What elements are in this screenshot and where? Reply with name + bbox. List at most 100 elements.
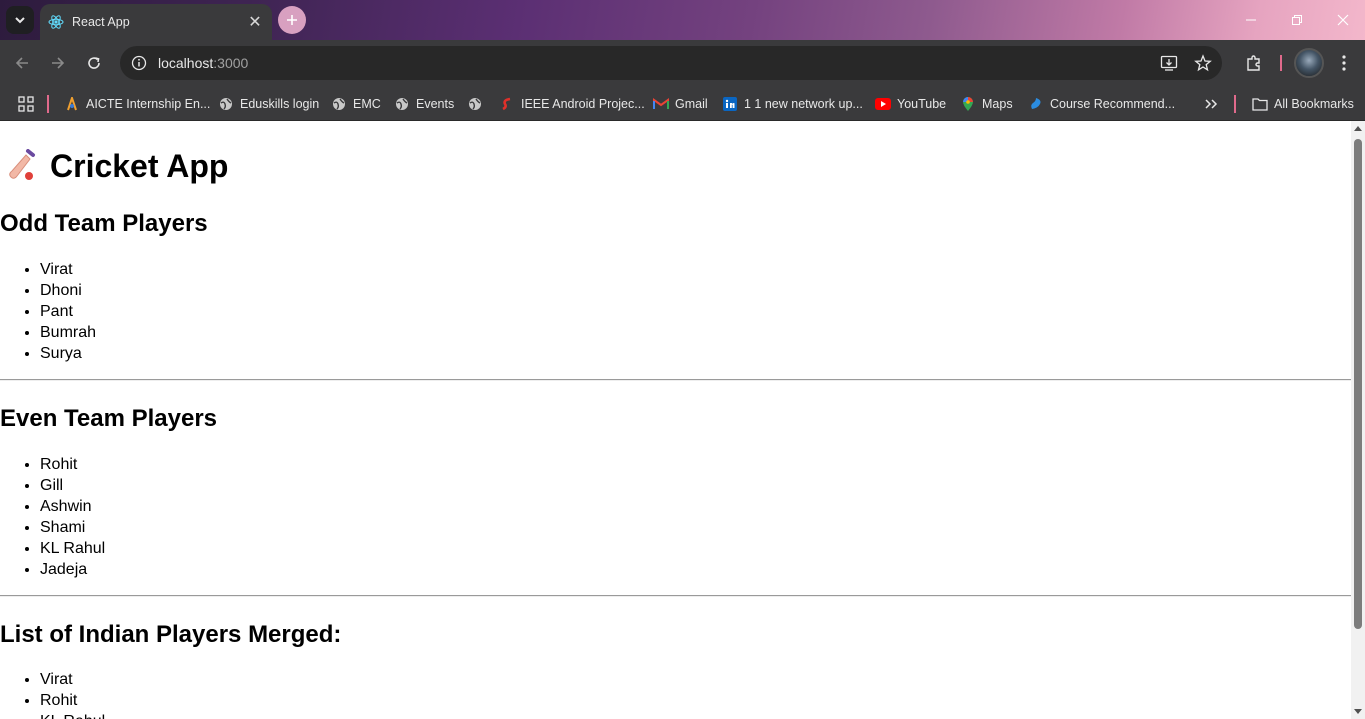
bookmarks-divider bbox=[47, 95, 49, 113]
bookmarks-bar: AICTE Internship En... Eduskills login E… bbox=[0, 86, 1365, 121]
bookmark-label: Maps bbox=[982, 97, 1013, 111]
even-team-list: Rohit Gill Ashwin Shami KL Rahul Jadeja bbox=[40, 454, 105, 580]
list-item: Jadeja bbox=[40, 559, 105, 580]
tab-title: React App bbox=[72, 15, 130, 29]
list-item: Bumrah bbox=[40, 322, 96, 343]
close-tab-icon[interactable]: ✕ bbox=[246, 13, 264, 31]
bookmark-label: EMC bbox=[353, 97, 381, 111]
maps-icon bbox=[960, 96, 976, 112]
bookmark-unnamed[interactable] bbox=[467, 93, 489, 115]
url-host: localhost bbox=[158, 55, 214, 71]
reload-icon bbox=[88, 57, 100, 69]
bookmark-label: AICTE Internship En... bbox=[86, 97, 211, 111]
list-item: KL Rahul bbox=[40, 711, 105, 719]
minimize-button[interactable] bbox=[1228, 0, 1274, 40]
forward-button[interactable] bbox=[44, 49, 72, 77]
restore-button[interactable] bbox=[1274, 0, 1320, 40]
odd-team-list: Virat Dhoni Pant Bumrah Surya bbox=[40, 259, 96, 364]
globe-icon bbox=[218, 96, 234, 112]
close-icon bbox=[1337, 14, 1349, 26]
bookmark-label: Eduskills login bbox=[240, 97, 320, 111]
bookmark-label: IEEE Android Projec... bbox=[521, 97, 645, 111]
list-item: Virat bbox=[40, 669, 105, 690]
list-item: Gill bbox=[40, 475, 105, 496]
url-text: localhost:3000 bbox=[158, 55, 248, 71]
apps-grid-icon bbox=[18, 96, 34, 112]
kebab-menu-icon bbox=[1342, 55, 1346, 71]
odd-team-heading: Odd Team Players bbox=[0, 210, 208, 237]
youtube-icon bbox=[875, 96, 891, 112]
list-item: Surya bbox=[40, 343, 96, 364]
list-item: Shami bbox=[40, 517, 105, 538]
arrow-left-icon bbox=[15, 57, 28, 69]
vertical-scrollbar[interactable] bbox=[1351, 121, 1365, 719]
menu-button[interactable] bbox=[1330, 49, 1358, 77]
scroll-up-arrow-icon[interactable] bbox=[1354, 126, 1362, 131]
all-bookmarks-label: All Bookmarks bbox=[1274, 97, 1354, 111]
list-item: Ashwin bbox=[40, 496, 105, 517]
list-item: Virat bbox=[40, 259, 96, 280]
section-divider bbox=[0, 379, 1351, 381]
bookmark-star-icon[interactable] bbox=[1194, 54, 1212, 76]
browser-toolbar: localhost:3000 bbox=[0, 40, 1365, 86]
page-title: Cricket App bbox=[8, 147, 228, 185]
site-info-icon[interactable] bbox=[122, 46, 156, 80]
aicte-icon bbox=[64, 96, 80, 112]
course-icon bbox=[1028, 96, 1044, 112]
list-item: Rohit bbox=[40, 454, 105, 475]
install-app-icon[interactable] bbox=[1160, 54, 1178, 76]
apps-button[interactable] bbox=[18, 93, 34, 115]
tab-react-app[interactable]: React App ✕ bbox=[40, 4, 272, 40]
back-button[interactable] bbox=[8, 49, 36, 77]
bookmark-maps[interactable]: Maps bbox=[960, 93, 1013, 115]
ieee-icon bbox=[499, 96, 515, 112]
linkedin-icon bbox=[722, 96, 738, 112]
chevron-double-right-icon bbox=[1205, 99, 1218, 109]
address-bar[interactable]: localhost:3000 bbox=[120, 46, 1222, 80]
bookmarks-divider bbox=[1234, 95, 1236, 113]
scroll-down-arrow-icon[interactable] bbox=[1354, 709, 1362, 714]
new-tab-button[interactable] bbox=[278, 6, 306, 34]
list-item: Dhoni bbox=[40, 280, 96, 301]
section-divider bbox=[0, 595, 1351, 597]
bookmark-label: Gmail bbox=[675, 97, 708, 111]
cricket-bat-icon bbox=[8, 149, 36, 183]
toolbar-divider bbox=[1280, 55, 1282, 71]
globe-icon bbox=[394, 96, 410, 112]
bookmark-label: 1 1 new network up... bbox=[744, 97, 863, 111]
arrow-right-icon bbox=[52, 57, 65, 69]
bookmark-emc[interactable]: EMC bbox=[331, 93, 381, 115]
restore-icon bbox=[1292, 15, 1302, 25]
even-team-heading: Even Team Players bbox=[0, 405, 218, 432]
minimize-icon bbox=[1246, 19, 1256, 21]
extensions-button[interactable] bbox=[1240, 49, 1268, 77]
merged-list-heading: List of Indian Players Merged: bbox=[0, 621, 342, 648]
app-title-text: Cricket App bbox=[50, 148, 229, 184]
bookmark-linkedin[interactable]: 1 1 new network up... bbox=[722, 93, 863, 115]
bookmark-events[interactable]: Events bbox=[394, 93, 454, 115]
plus-icon bbox=[287, 15, 297, 25]
chevron-down-icon bbox=[15, 17, 25, 24]
globe-icon bbox=[467, 96, 483, 112]
more-bookmarks-button[interactable] bbox=[1204, 93, 1218, 115]
bookmark-label: Events bbox=[416, 97, 455, 111]
scrollbar-thumb[interactable] bbox=[1354, 139, 1362, 629]
bookmark-label: YouTube bbox=[897, 97, 947, 111]
merged-players-list: Virat Rohit KL Rahul bbox=[40, 669, 105, 719]
close-window-button[interactable] bbox=[1320, 0, 1365, 40]
tab-strip: React App ✕ bbox=[0, 0, 1365, 40]
globe-icon bbox=[331, 96, 347, 112]
bookmark-eduskills[interactable]: Eduskills login bbox=[218, 93, 319, 115]
bookmark-aicte[interactable]: AICTE Internship En... bbox=[64, 93, 210, 115]
tab-search-button[interactable] bbox=[6, 6, 34, 34]
list-item: Rohit bbox=[40, 690, 105, 711]
bookmark-ieee[interactable]: IEEE Android Projec... bbox=[499, 93, 645, 115]
url-port: :3000 bbox=[213, 55, 249, 71]
bookmark-youtube[interactable]: YouTube bbox=[875, 93, 946, 115]
all-bookmarks-button[interactable]: All Bookmarks bbox=[1252, 93, 1354, 115]
reload-button[interactable] bbox=[80, 49, 108, 77]
gmail-icon bbox=[653, 96, 669, 112]
bookmark-gmail[interactable]: Gmail bbox=[653, 93, 708, 115]
profile-avatar[interactable] bbox=[1294, 48, 1324, 78]
bookmark-course[interactable]: Course Recommend... bbox=[1028, 93, 1175, 115]
